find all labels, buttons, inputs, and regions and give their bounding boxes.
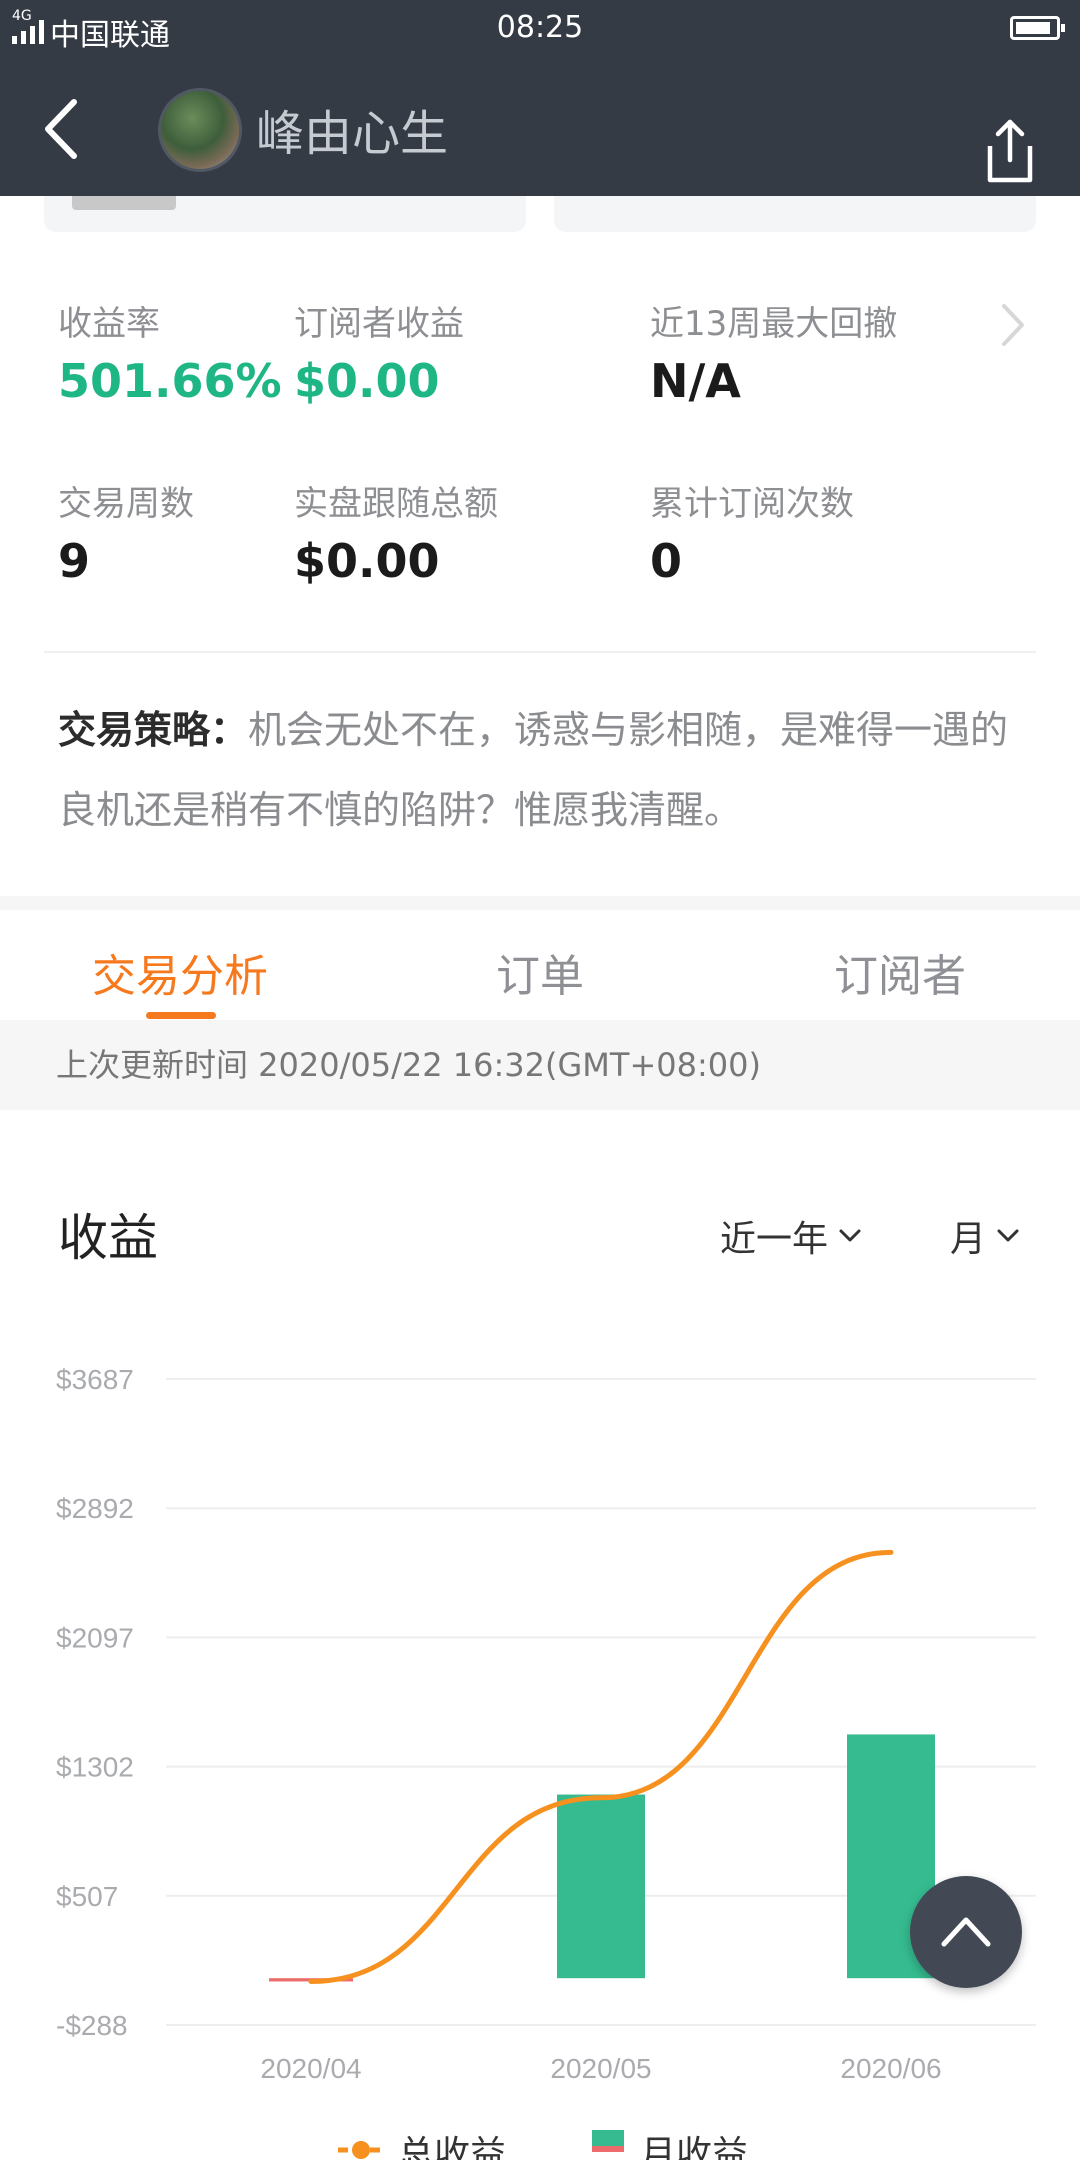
summary-card-left [44,196,526,232]
card-chip [72,196,176,210]
chevron-down-icon [839,1229,861,1242]
avatar[interactable] [158,88,242,172]
share-button[interactable] [978,116,1038,186]
y-tick-label: $2892 [56,1493,134,1524]
tab-orders[interactable]: 订单 [496,940,584,1004]
tab-trade-analysis[interactable]: 交易分析 [92,940,268,1004]
status-bar: 4G 中国联通 08:25 [0,0,1080,58]
legend-line-marker [352,2141,370,2159]
stat-label-subscription-count: 累计订阅次数 [650,484,854,524]
section-separator [0,896,1080,910]
app-header: 峰由心生 [0,58,1080,196]
more-stats-button[interactable] [998,300,1028,350]
stat-label-subscriber-return: 订阅者收益 [294,304,464,344]
y-tick-label: $1302 [56,1752,134,1783]
x-tick-label: 2020/05 [550,2053,651,2084]
stat-value-subscription-count: 0 [650,534,683,588]
legend-label-total: 总收益 [398,2134,506,2160]
stat-label-return-rate: 收益率 [58,304,160,344]
profit-chart: $3687 $2892 $2097 $1302 $507 -$288 2020/04 2020… [56,1364,1036,2160]
stat-value-trading-weeks: 9 [58,534,91,588]
tab-subscribers[interactable]: 订阅者 [834,940,966,1004]
range-dropdown-label: 近一年 [720,1219,829,1260]
divider [44,651,1036,653]
stat-value-max-drawdown: N/A [650,354,741,408]
y-tick-label: -$288 [56,2010,128,2041]
active-tab-indicator [146,1012,216,1019]
y-tick-label: $3687 [56,1364,134,1395]
chevron-left-icon [45,99,77,159]
period-dropdown[interactable]: 月 [950,1210,1020,1262]
back-button[interactable] [36,94,96,164]
y-tick-label: $507 [56,1881,118,1912]
period-dropdown-label: 月 [950,1219,987,1260]
summary-card-right [554,196,1036,232]
x-tick-label: 2020/04 [260,2053,361,2084]
stat-value-subscriber-return: $0.00 [294,354,440,408]
legend-label-monthly: 月收益 [640,2134,748,2160]
strategy-text: 交易策略：机会无处不在，诱惑与影相随，是难得一遇的良机还是稍有不慎的陷阱？惟愿我… [58,690,1018,850]
chart-title: 收益 [58,1209,158,1267]
chevron-right-icon [1002,304,1024,346]
battery-icon [1010,16,1065,40]
y-tick-label: $2097 [56,1622,134,1653]
legend-bar-swatch-negative [592,2146,624,2152]
status-time: 08:25 [496,10,584,45]
share-icon [987,119,1033,183]
strategy-label: 交易策略： [58,708,249,752]
stat-value-follow-total: $0.00 [294,534,440,588]
scroll-to-top-button[interactable] [910,1876,1022,1988]
bar-monthly-profit [557,1794,645,1979]
stat-label-trading-weeks: 交易周数 [58,484,194,524]
stat-label-max-drawdown: 近13周最大回撤 [650,304,898,344]
stat-label-follow-total: 实盘跟随总额 [294,484,498,524]
last-update-bar: 上次更新时间 2020/05/22 16:32(GMT+08:00) [0,1020,1080,1110]
legend-bar-swatch [592,2130,624,2146]
stat-value-return-rate: 501.66% [58,354,282,408]
x-tick-label: 2020/06 [840,2053,941,2084]
chevron-up-icon [941,1917,991,1947]
chevron-down-icon [997,1229,1019,1242]
range-dropdown[interactable]: 近一年 [720,1210,862,1262]
page-title: 峰由心生 [256,106,449,162]
